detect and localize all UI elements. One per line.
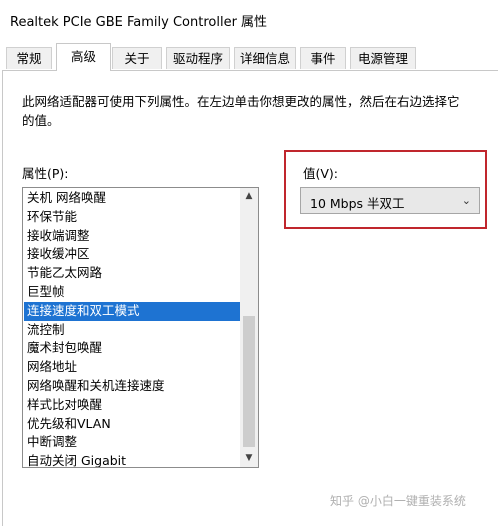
property-list: 关机 网络唤醒 环保节能 接收端调整 接收缓冲区 节能乙太网路 巨型帧 连接速度…	[24, 189, 240, 467]
tab-power-management[interactable]: 电源管理	[350, 47, 416, 69]
list-item[interactable]: 魔术封包唤醒	[24, 339, 240, 358]
chevron-down-icon: ⌄	[461, 194, 471, 207]
list-item[interactable]: 中断调整	[24, 433, 240, 452]
value-dropdown-selected: 10 Mbps 半双工	[310, 196, 405, 211]
tab-about[interactable]: 关于	[112, 47, 162, 69]
list-item[interactable]: 关机 网络唤醒	[24, 189, 240, 208]
list-item[interactable]: 网络地址	[24, 358, 240, 377]
list-item[interactable]: 环保节能	[24, 208, 240, 227]
scroll-down-arrow-icon[interactable]: ▼	[240, 450, 258, 467]
tab-general[interactable]: 常规	[6, 47, 52, 69]
description-text: 此网络适配器可使用下列属性。在左边单击你想更改的属性，然后在右边选择它的值。	[22, 94, 460, 128]
list-item[interactable]: 流控制	[24, 321, 240, 340]
property-listbox[interactable]: 关机 网络唤醒 环保节能 接收端调整 接收缓冲区 节能乙太网路 巨型帧 连接速度…	[22, 187, 259, 468]
title-bar: Realtek PCIe GBE Family Controller 属性	[0, 0, 500, 40]
property-label: 属性(P):	[22, 166, 69, 181]
vertical-scrollbar[interactable]: ▲ ▼	[240, 188, 258, 467]
tab-driver[interactable]: 驱动程序	[166, 47, 230, 69]
scroll-up-arrow-icon[interactable]: ▲	[240, 188, 258, 205]
tab-details[interactable]: 详细信息	[234, 47, 296, 69]
list-item[interactable]: 节能乙太网路	[24, 264, 240, 283]
watermark: 知乎 @小白一键重装系统	[330, 494, 466, 508]
tab-strip: 常规 高级 关于 驱动程序 详细信息 事件 电源管理	[0, 43, 500, 71]
tab-events[interactable]: 事件	[300, 47, 346, 69]
list-item[interactable]: 巨型帧	[24, 283, 240, 302]
value-label: 值(V):	[303, 166, 339, 181]
list-item[interactable]: 优先级和VLAN	[24, 415, 240, 434]
list-item[interactable]: 网络唤醒和关机连接速度	[24, 377, 240, 396]
list-item[interactable]: 接收端调整	[24, 227, 240, 246]
list-item[interactable]: 接收缓冲区	[24, 245, 240, 264]
window-title: Realtek PCIe GBE Family Controller 属性	[10, 15, 268, 30]
value-dropdown[interactable]: 10 Mbps 半双工 ⌄	[300, 187, 480, 214]
list-item-selected[interactable]: 连接速度和双工模式	[24, 301, 240, 321]
scrollbar-thumb[interactable]	[243, 316, 255, 447]
tab-advanced[interactable]: 高级	[56, 43, 111, 71]
list-item[interactable]: 样式比对唤醒	[24, 396, 240, 415]
list-item[interactable]: 自动关闭 Gigabit	[24, 452, 240, 467]
